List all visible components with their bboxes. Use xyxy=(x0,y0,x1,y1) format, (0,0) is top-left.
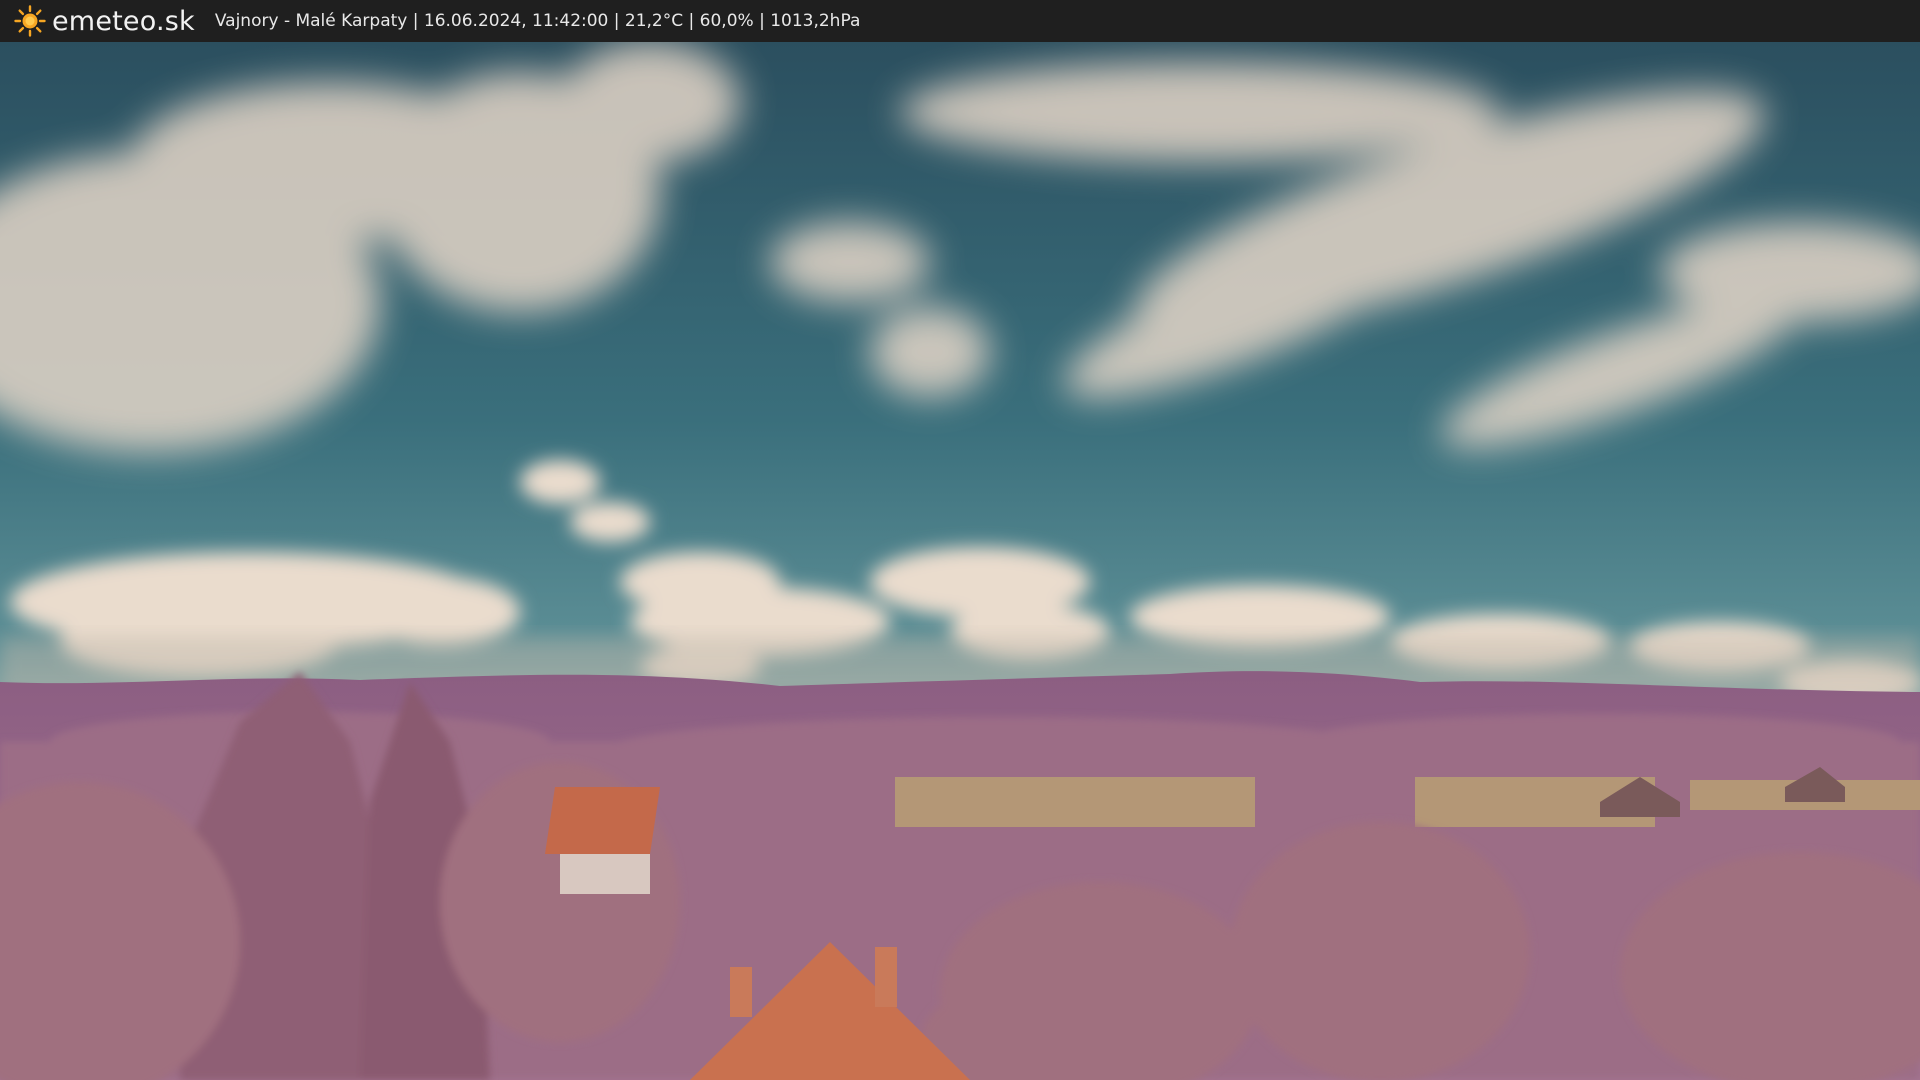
brand-name: emeteo.sk xyxy=(52,5,195,37)
webcam-view: emeteo.sk Vajnory - Malé Karpaty | 16.06… xyxy=(0,0,1920,1080)
sun-icon xyxy=(14,5,46,37)
webcam-image xyxy=(0,42,1920,1080)
top-bar: emeteo.sk Vajnory - Malé Karpaty | 16.06… xyxy=(0,0,1920,42)
brand[interactable]: emeteo.sk xyxy=(14,5,195,37)
weather-caption: Vajnory - Malé Karpaty | 16.06.2024, 11:… xyxy=(214,11,861,31)
